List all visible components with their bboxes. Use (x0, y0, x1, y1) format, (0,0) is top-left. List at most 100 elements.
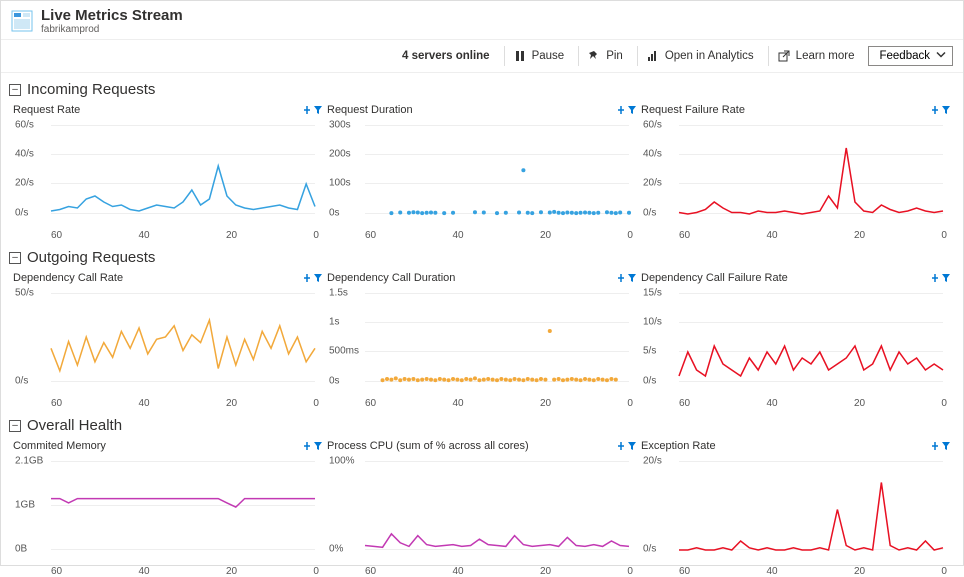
pin-button[interactable]: Pin (578, 46, 631, 66)
y-tick-label: 0B (15, 543, 27, 554)
collapse-icon[interactable]: – (9, 420, 21, 432)
x-tick-label: 20 (226, 566, 237, 577)
y-tick-label: 100s (329, 178, 351, 189)
y-tick-label: 0/s (643, 375, 656, 386)
header-text: Live Metrics Stream fabrikamprod (41, 7, 183, 35)
x-tick-label: 0 (941, 398, 947, 409)
chart-filter-icon[interactable] (930, 441, 951, 451)
page-header: Live Metrics Stream fabrikamprod (1, 1, 963, 40)
y-tick-label: 500ms (329, 346, 359, 357)
x-tick-label: 40 (138, 398, 149, 409)
section-overall-header: – Overall Health (1, 409, 963, 438)
y-tick-label: 100% (329, 455, 355, 466)
x-tick-label: 20 (854, 230, 865, 241)
x-tick-label: 0 (313, 566, 319, 577)
x-tick-label: 60 (365, 230, 376, 241)
x-tick-label: 40 (452, 398, 463, 409)
chart-filter-icon[interactable] (302, 441, 323, 451)
chart-title: Request Rate (13, 104, 80, 116)
chart-filter-icon[interactable] (930, 273, 951, 283)
x-tick-label: 40 (452, 230, 463, 241)
y-tick-label: 300s (329, 119, 351, 130)
chart-title: Request Duration (327, 104, 413, 116)
x-tick-label: 0 (627, 398, 633, 409)
y-tick-label: 40/s (643, 148, 662, 159)
y-tick-label: 20/s (643, 455, 662, 466)
y-tick-label: 20/s (643, 178, 662, 189)
x-tick-label: 60 (51, 230, 62, 241)
learn-more-button[interactable]: Learn more (768, 46, 863, 66)
open-analytics-label: Open in Analytics (665, 50, 754, 62)
y-tick-label: 40/s (15, 148, 34, 159)
y-tick-label: 50/s (15, 287, 34, 298)
chart-title: Process CPU (sum of % across all cores) (327, 440, 529, 452)
x-tick-label: 40 (452, 566, 463, 577)
x-tick-label: 20 (854, 398, 865, 409)
x-tick-label: 60 (679, 566, 690, 577)
y-tick-label: 1s (329, 316, 340, 327)
page-subtitle: fabrikamprod (41, 24, 183, 35)
pause-icon (513, 49, 527, 63)
x-tick-label: 0 (313, 230, 319, 241)
collapse-icon[interactable]: – (9, 252, 21, 264)
chart-filter-icon[interactable] (930, 105, 951, 115)
section-outgoing-header: – Outgoing Requests (1, 241, 963, 270)
pause-label: Pause (532, 50, 565, 62)
x-tick-label: 60 (679, 230, 690, 241)
x-tick-label: 0 (627, 230, 633, 241)
x-tick-label: 40 (138, 230, 149, 241)
feedback-button[interactable]: Feedback (868, 46, 953, 66)
chart-exception: Exception Rate 0/s20/s6040200 (639, 438, 953, 577)
x-tick-label: 60 (51, 566, 62, 577)
chevron-down-icon (936, 50, 946, 63)
chart-filter-icon[interactable] (302, 273, 323, 283)
x-tick-label: 20 (226, 398, 237, 409)
chart-request-duration: Request Duration 0s 100s 200s 300s 60 40 20 0 (325, 102, 639, 241)
chart-filter-icon[interactable] (616, 273, 637, 283)
chart-title: Dependency Call Rate (13, 272, 123, 284)
y-tick-label: 0s (329, 375, 340, 386)
learn-more-label: Learn more (796, 50, 855, 62)
chart-filter-icon[interactable] (302, 105, 323, 115)
y-tick-label: 15/s (643, 287, 662, 298)
x-tick-label: 0 (627, 566, 633, 577)
y-tick-label: 2.1GB (15, 455, 43, 466)
x-tick-label: 40 (766, 230, 777, 241)
x-tick-label: 40 (138, 566, 149, 577)
y-tick-label: 60/s (15, 119, 34, 130)
chart-title: Commited Memory (13, 440, 106, 452)
external-link-icon (777, 49, 791, 63)
feedback-label: Feedback (879, 50, 930, 62)
collapse-icon[interactable]: – (9, 84, 21, 96)
chart-filter-icon[interactable] (616, 105, 637, 115)
y-tick-label: 0% (329, 543, 343, 554)
y-tick-label: 0s (329, 207, 340, 218)
x-tick-label: 20 (226, 230, 237, 241)
x-tick-label: 20 (540, 230, 551, 241)
chart-mem: Commited Memory 0B1GB2.1GB6040200 (11, 438, 325, 577)
section-incoming-header: – Incoming Requests (1, 73, 963, 102)
x-tick-label: 60 (679, 398, 690, 409)
pin-icon (587, 49, 601, 63)
open-analytics-button[interactable]: Open in Analytics (637, 46, 762, 66)
chart-title: Dependency Call Duration (327, 272, 455, 284)
chart-dep-rate: Dependency Call Rate 0/s50/s6040200 (11, 270, 325, 409)
chart-request-failure: Request Failure Rate 0/s20/s40/s60/s6040… (639, 102, 953, 241)
x-tick-label: 0 (313, 398, 319, 409)
chart-filter-icon[interactable] (616, 441, 637, 451)
y-tick-label: 0/s (15, 375, 28, 386)
y-tick-label: 200s (329, 148, 351, 159)
analytics-icon (646, 49, 660, 63)
x-tick-label: 20 (540, 566, 551, 577)
y-tick-label: 5/s (643, 346, 656, 357)
overall-row: Commited Memory 0B1GB2.1GB6040200 Proces… (1, 438, 963, 577)
page-title: Live Metrics Stream (41, 7, 183, 24)
app-icon (11, 10, 33, 32)
x-tick-label: 20 (854, 566, 865, 577)
x-tick-label: 60 (365, 398, 376, 409)
x-tick-label: 60 (365, 566, 376, 577)
pause-button[interactable]: Pause (504, 46, 573, 66)
y-tick-label: 10/s (643, 316, 662, 327)
incoming-row: Request Rate 0/s20/s40/s60/s6040200 Requ… (1, 102, 963, 241)
section-overall-title: Overall Health (27, 417, 122, 434)
